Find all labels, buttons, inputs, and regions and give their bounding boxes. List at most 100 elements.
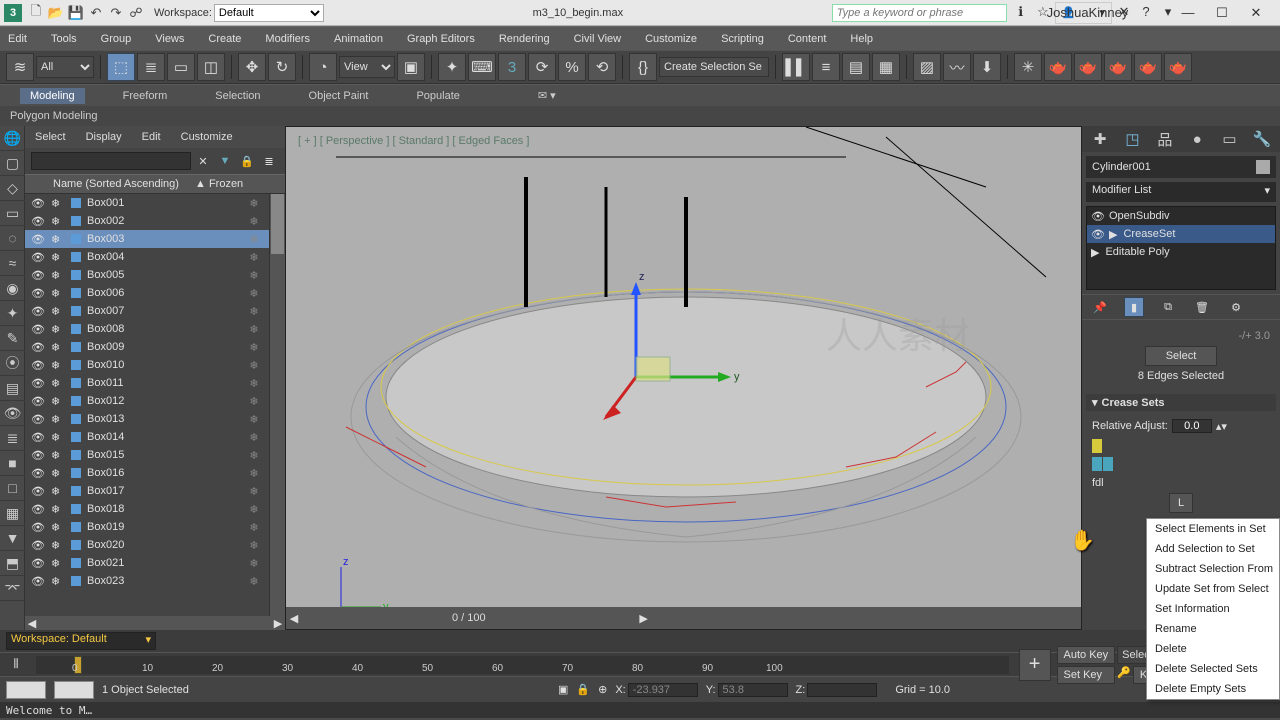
freeze-icon[interactable]: ❄ — [51, 215, 65, 228]
window-crossing-icon[interactable]: ◫ — [197, 53, 225, 81]
a360-icon[interactable]: ✕ — [1114, 2, 1134, 22]
close-button[interactable]: ✕ — [1246, 3, 1266, 23]
crease-set-row-1[interactable] — [1092, 437, 1270, 455]
show-end-result-icon[interactable]: ▮ — [1124, 297, 1144, 317]
ctx-subtract-selection[interactable]: Subtract Selection From — [1147, 559, 1279, 579]
freeze-icon[interactable]: ❄ — [51, 503, 65, 516]
eye-icon[interactable]: 👁 — [31, 467, 45, 480]
pin-stack-icon[interactable]: 📌 — [1090, 297, 1110, 317]
rel-adjust-value[interactable] — [1172, 419, 1212, 433]
undo-icon[interactable]: ↶ — [86, 3, 106, 23]
freeze-icon[interactable]: ❄ — [51, 557, 65, 570]
freeze-col-icon[interactable]: ❄ — [239, 395, 269, 408]
eye-icon[interactable]: 👁 — [31, 215, 45, 228]
eye-icon[interactable]: 👁 — [31, 251, 45, 264]
workspace-dropdown[interactable]: Workspace: Default ▾ — [6, 632, 156, 650]
freeze-icon[interactable]: ❄ — [51, 323, 65, 336]
menu-create[interactable]: Create — [208, 33, 241, 45]
hscroll-right[interactable]: ▶ — [271, 617, 285, 630]
cmd-motion-icon[interactable]: ● — [1185, 128, 1209, 150]
object-name-input[interactable] — [1092, 161, 1256, 173]
percent-snap-icon[interactable]: % — [558, 53, 586, 81]
list-item[interactable]: 👁❄Box011❄ — [25, 374, 269, 392]
freeze-col-icon[interactable]: ❄ — [239, 341, 269, 354]
eye-icon[interactable]: 👁 — [31, 305, 45, 318]
freeze-col-icon[interactable]: ❄ — [239, 377, 269, 390]
ctx-set-info[interactable]: Set Information — [1147, 599, 1279, 619]
timeline-next[interactable]: ▶ — [636, 612, 652, 625]
cmd-modify-icon[interactable]: ◳ — [1120, 128, 1144, 150]
clear-search-icon[interactable]: ✕ — [193, 151, 213, 171]
lt-camera-icon[interactable]: ◉ — [0, 276, 25, 301]
list-item[interactable]: 👁❄Box014❄ — [25, 428, 269, 446]
list-item[interactable]: 👁❄Box004❄ — [25, 248, 269, 266]
teapot4-icon[interactable]: 🫖 — [1134, 53, 1162, 81]
freeze-col-icon[interactable]: ❄ — [239, 539, 269, 552]
freeze-col-icon[interactable]: ❄ — [239, 467, 269, 480]
ctx-update-set[interactable]: Update Set from Select — [1147, 579, 1279, 599]
lt-rect-icon[interactable]: ▭ — [0, 201, 25, 226]
dropdown-icon[interactable]: ▾ — [1158, 2, 1178, 22]
freeze-col-icon[interactable]: ❄ — [239, 197, 269, 210]
remove-modifier-icon[interactable]: 🗑 — [1192, 297, 1212, 317]
modifier-stack[interactable]: 👁OpenSubdiv 👁▶CreaseSet ▶Editable Poly — [1086, 206, 1276, 290]
ctx-delete-selected[interactable]: Delete Selected Sets — [1147, 659, 1279, 679]
viewport[interactable]: [ + ] [ Perspective ] [ Standard ] [ Edg… — [285, 126, 1082, 630]
lt-wave-icon[interactable]: ≈ — [0, 251, 25, 276]
eye-icon[interactable]: 👁 — [31, 539, 45, 552]
cmd-display-icon[interactable]: ▭ — [1217, 128, 1241, 150]
list-item[interactable]: 👁❄Box017❄ — [25, 482, 269, 500]
open-icon[interactable]: 📂 — [46, 3, 66, 23]
columns-icon[interactable]: ≣ — [259, 151, 279, 171]
eye-icon[interactable]: 👁 — [31, 485, 45, 498]
align-icon[interactable]: ≡ — [812, 53, 840, 81]
list-item[interactable]: 👁❄Box007❄ — [25, 302, 269, 320]
maximize-button[interactable]: ☐ — [1212, 3, 1232, 23]
freeze-icon[interactable]: ❄ — [51, 251, 65, 264]
color-swatch2[interactable] — [54, 681, 94, 699]
help-search-input[interactable] — [832, 4, 1007, 22]
eye-icon[interactable]: 👁 — [31, 413, 45, 426]
minimize-button[interactable]: — — [1178, 3, 1198, 23]
freeze-icon[interactable]: ❄ — [51, 413, 65, 426]
load-button[interactable]: L — [1169, 493, 1193, 513]
teapot5-icon[interactable]: 🫖 — [1164, 53, 1192, 81]
signin-user[interactable]: 👤 JoshuaKinney ▾ — [1055, 2, 1112, 24]
freeze-col-icon[interactable]: ❄ — [239, 359, 269, 372]
freeze-icon[interactable]: ❄ — [51, 485, 65, 498]
freeze-col-icon[interactable]: ❄ — [239, 503, 269, 516]
list-item[interactable]: 👁❄Box003❄ — [25, 230, 269, 248]
link-icon[interactable]: ☍ — [126, 3, 146, 23]
save-icon[interactable]: 💾 — [66, 3, 86, 23]
freeze-col-icon[interactable]: ❄ — [239, 233, 269, 246]
lt-layer-icon[interactable]: ▤ — [0, 376, 25, 401]
keyboard-shortcut-icon[interactable]: ⌨ — [468, 53, 496, 81]
freeze-icon[interactable]: ❄ — [51, 197, 65, 210]
maxscript-listener[interactable]: Welcome to M… — [0, 702, 1280, 718]
workspace-select[interactable]: Default — [214, 4, 324, 22]
auto-key-button[interactable]: Auto Key — [1057, 646, 1116, 664]
menu-animation[interactable]: Animation — [334, 33, 383, 45]
snap-icon[interactable]: 3 — [498, 53, 526, 81]
cmd-create-icon[interactable]: ✚ — [1088, 128, 1112, 150]
y-coord-input[interactable] — [718, 683, 788, 697]
curve-editor-icon[interactable]: ▨ — [913, 53, 941, 81]
crease-set-row-2[interactable] — [1092, 455, 1270, 473]
pivot-icon[interactable]: ▣ — [397, 53, 425, 81]
freeze-icon[interactable]: ❄ — [51, 305, 65, 318]
ctx-delete-empty[interactable]: Delete Empty Sets — [1147, 679, 1279, 699]
eye-icon[interactable]: 👁 — [31, 395, 45, 408]
list-item[interactable]: 👁❄Box013❄ — [25, 410, 269, 428]
select-by-name-icon[interactable]: ≣ — [137, 53, 165, 81]
time-slider[interactable]: 0 10 20 30 40 50 60 70 80 90 100 — [36, 656, 1009, 674]
se-search-input[interactable] — [31, 152, 191, 170]
x-coord-input[interactable] — [628, 683, 698, 697]
freeze-col-icon[interactable]: ❄ — [239, 521, 269, 534]
eye-icon[interactable]: 👁 — [31, 431, 45, 444]
select-button[interactable]: Select — [1145, 346, 1218, 366]
list-item[interactable]: 👁❄Box018❄ — [25, 500, 269, 518]
list-item[interactable]: 👁❄Box012❄ — [25, 392, 269, 410]
se-menu-select[interactable]: Select — [35, 131, 66, 143]
lt-eye-icon[interactable]: 👁 — [0, 401, 25, 426]
select-manipulate-icon[interactable]: ✦ — [438, 53, 466, 81]
